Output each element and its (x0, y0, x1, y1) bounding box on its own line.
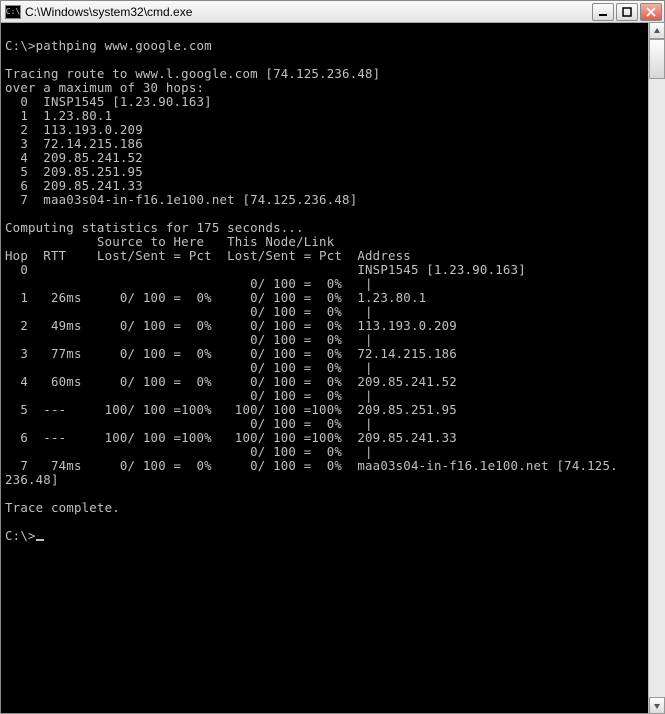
stat-line: 0/ 100 = 0% | (5, 416, 373, 431)
console-line: over a maximum of 30 hops: (5, 80, 204, 95)
route-line: 7 maa03s04-in-f16.1e100.net [74.125.236.… (5, 192, 357, 207)
window-title: C:\Windows\system32\cmd.exe (25, 5, 588, 19)
stat-line: 7 74ms 0/ 100 = 0% 0/ 100 = 0% maa03s04-… (5, 458, 618, 473)
minimize-button[interactable] (592, 3, 614, 21)
stat-line: 4 60ms 0/ 100 = 0% 0/ 100 = 0% 209.85.24… (5, 374, 457, 389)
route-line: 3 72.14.215.186 (5, 136, 143, 151)
stat-line: 0/ 100 = 0% | (5, 276, 373, 291)
route-line: 2 113.193.0.209 (5, 122, 143, 137)
cmd-window: C:\ C:\Windows\system32\cmd.exe C:\>path… (0, 0, 665, 714)
route-line: 4 209.85.241.52 (5, 150, 143, 165)
cmd-icon: C:\ (5, 5, 21, 19)
window-buttons (592, 3, 662, 21)
prompt: C:\> (5, 528, 36, 543)
route-line: 0 INSP1545 [1.23.90.163] (5, 94, 212, 109)
stat-line: 0/ 100 = 0% | (5, 304, 373, 319)
close-button[interactable] (640, 3, 662, 21)
scroll-track[interactable] (649, 79, 665, 697)
stat-line: 236.48] (5, 472, 59, 487)
route-line: 6 209.85.241.33 (5, 178, 143, 193)
titlebar[interactable]: C:\ C:\Windows\system32\cmd.exe (1, 1, 664, 23)
stat-line: 0/ 100 = 0% | (5, 360, 373, 375)
stat-line: 5 --- 100/ 100 =100% 100/ 100 =100% 209.… (5, 402, 457, 417)
console-line: Tracing route to www.l.google.com [74.12… (5, 66, 380, 81)
console-line: Computing statistics for 175 seconds... (5, 220, 304, 235)
stat-line: 6 --- 100/ 100 =100% 100/ 100 =100% 209.… (5, 430, 457, 445)
scroll-thumb[interactable] (649, 39, 665, 79)
scroll-up-button[interactable] (649, 22, 665, 39)
stat-line: 0/ 100 = 0% | (5, 388, 373, 403)
stat-line: 1 26ms 0/ 100 = 0% 0/ 100 = 0% 1.23.80.1 (5, 290, 426, 305)
route-line: 1 1.23.80.1 (5, 108, 112, 123)
stat-line: 0/ 100 = 0% | (5, 444, 373, 459)
cursor (36, 539, 44, 541)
console-output[interactable]: C:\>pathping www.google.com Tracing rout… (1, 23, 664, 713)
route-line: 5 209.85.251.95 (5, 164, 143, 179)
stat-line: 3 77ms 0/ 100 = 0% 0/ 100 = 0% 72.14.215… (5, 346, 457, 361)
stat-line: 0/ 100 = 0% | (5, 332, 373, 347)
command-text: pathping www.google.com (36, 38, 212, 53)
stat-line: 2 49ms 0/ 100 = 0% 0/ 100 = 0% 113.193.0… (5, 318, 457, 333)
stat-line: 0 INSP1545 [1.23.90.163] (5, 262, 526, 277)
scroll-down-button[interactable] (649, 697, 665, 714)
console-line: Source to Here This Node/Link (5, 234, 334, 249)
vertical-scrollbar[interactable] (648, 22, 665, 714)
console-line: Trace complete. (5, 500, 120, 515)
prompt: C:\> (5, 38, 36, 53)
maximize-button[interactable] (616, 3, 638, 21)
console-line: Hop RTT Lost/Sent = Pct Lost/Sent = Pct … (5, 248, 411, 263)
